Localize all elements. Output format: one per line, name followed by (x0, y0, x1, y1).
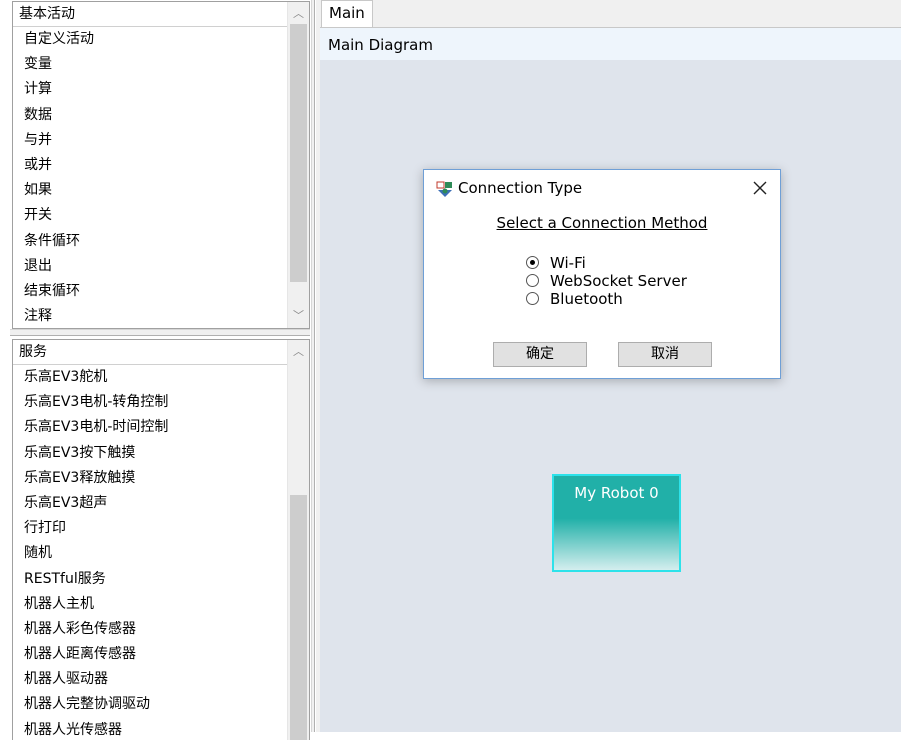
list-item[interactable]: 乐高EV3电机-时间控制 (13, 415, 287, 440)
list-item[interactable]: 或并 (13, 153, 287, 178)
list-item[interactable]: 计算 (13, 77, 287, 102)
radio-button[interactable] (526, 292, 539, 305)
radio-label: WebSocket Server (550, 272, 687, 290)
list-item[interactable]: 机器人光传感器 (13, 718, 287, 740)
app-icon (436, 181, 452, 197)
list-item[interactable]: 机器人驱动器 (13, 667, 287, 692)
list-item[interactable]: 乐高EV3超声 (13, 491, 287, 516)
basic-activities-header[interactable]: 基本活动 (13, 2, 309, 27)
list-item[interactable]: 乐高EV3舵机 (13, 365, 287, 390)
list-item[interactable]: 机器人彩色传感器 (13, 617, 287, 642)
list-item[interactable]: 乐高EV3按下触摸 (13, 441, 287, 466)
scroll-down-icon[interactable]: ﹀ (288, 306, 309, 326)
robot-block[interactable]: My Robot 0 (552, 474, 681, 572)
tab-bar: Main (320, 0, 901, 28)
list-item[interactable]: 如果 (13, 178, 287, 203)
list-item[interactable]: 与并 (13, 128, 287, 153)
list-item[interactable]: 机器人主机 (13, 592, 287, 617)
basic-activities-panel: 基本活动 自定义活动 变量 计算 数据 与并 或并 如果 开关 条件循环 退出 … (12, 1, 310, 329)
list-item[interactable]: 乐高EV3电机-转角控制 (13, 390, 287, 415)
list-item[interactable]: 注释 (13, 304, 287, 328)
robot-block-label: My Robot 0 (574, 484, 659, 502)
services-scrollbar[interactable]: ︿ (287, 340, 309, 740)
list-item[interactable]: 变量 (13, 52, 287, 77)
list-item[interactable]: 自定义活动 (13, 27, 287, 52)
list-item[interactable]: 结束循环 (13, 279, 287, 304)
list-item[interactable]: 乐高EV3释放触摸 (13, 466, 287, 491)
dialog-heading: Select a Connection Method (496, 214, 708, 232)
list-item[interactable]: 机器人完整协调驱动 (13, 692, 287, 717)
connection-type-dialog: Connection Type Select a Connection Meth… (423, 169, 781, 379)
dialog-title: Connection Type (458, 179, 583, 197)
services-header[interactable]: 服务 (13, 340, 309, 365)
scroll-thumb[interactable] (290, 495, 307, 740)
cancel-button[interactable]: 取消 (618, 342, 712, 367)
list-item[interactable]: 退出 (13, 254, 287, 279)
scroll-thumb[interactable] (290, 24, 307, 282)
basic-activities-list: 自定义活动 变量 计算 数据 与并 或并 如果 开关 条件循环 退出 结束循环 … (13, 27, 287, 328)
diagram-title: Main Diagram (320, 28, 901, 60)
panel-splitter-vertical[interactable] (311, 0, 315, 732)
list-item[interactable]: 机器人距离传感器 (13, 642, 287, 667)
list-item[interactable]: RESTful服务 (13, 567, 287, 592)
diagram-canvas[interactable] (320, 60, 901, 732)
basic-activities-scrollbar[interactable]: ︿ ﹀ (287, 2, 309, 328)
services-panel: 服务 乐高EV3舵机 乐高EV3电机-转角控制 乐高EV3电机-时间控制 乐高E… (12, 339, 310, 740)
close-icon[interactable] (751, 179, 769, 197)
tab-main[interactable]: Main (321, 0, 373, 27)
radio-button-selected[interactable] (526, 256, 539, 269)
list-item[interactable]: 随机 (13, 541, 287, 566)
list-item[interactable]: 开关 (13, 203, 287, 228)
radio-label: Bluetooth (550, 290, 623, 308)
radio-button[interactable] (526, 274, 539, 287)
radio-label: Wi-Fi (550, 254, 586, 272)
ok-button[interactable]: 确定 (493, 342, 587, 367)
panel-splitter-horizontal[interactable] (10, 329, 310, 336)
list-item[interactable]: 条件循环 (13, 229, 287, 254)
scroll-up-icon[interactable]: ︿ (288, 342, 309, 362)
scroll-up-icon[interactable]: ︿ (288, 4, 309, 24)
list-item[interactable]: 数据 (13, 103, 287, 128)
list-item[interactable]: 行打印 (13, 516, 287, 541)
services-list: 乐高EV3舵机 乐高EV3电机-转角控制 乐高EV3电机-时间控制 乐高EV3按… (13, 365, 287, 740)
